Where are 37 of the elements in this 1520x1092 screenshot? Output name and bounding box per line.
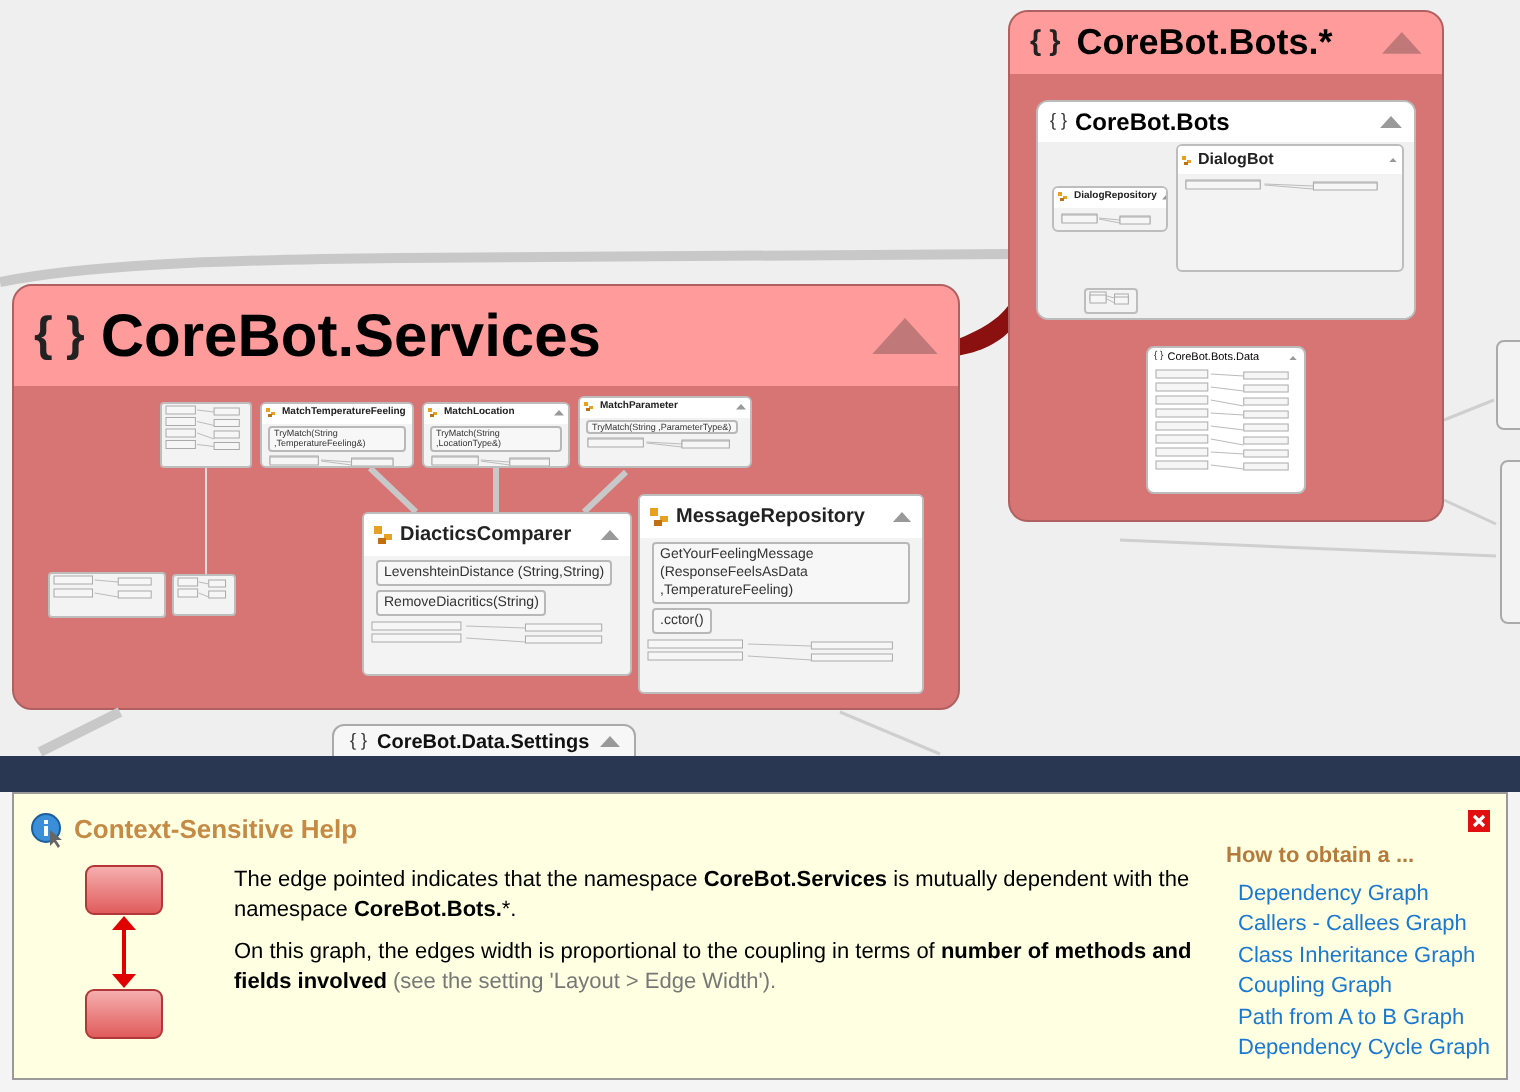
members-drawing xyxy=(1086,290,1132,308)
class-icon xyxy=(428,408,438,419)
class-icon xyxy=(266,408,276,419)
graph-link[interactable]: Dependency Cycle Graph xyxy=(1238,1034,1506,1065)
graph-link[interactable]: Dependency Graph xyxy=(1238,879,1506,910)
dependency-edge xyxy=(1442,398,1496,422)
graph-link[interactable]: Path from A to B Graph xyxy=(1238,1003,1506,1034)
class-icon xyxy=(374,525,394,545)
how-to-title: How to obtain a ... xyxy=(1226,842,1417,872)
namespace-icon: { } xyxy=(350,728,368,756)
namespace-title: CoreBot.Data.Settings xyxy=(377,729,590,756)
class-title: MessageRepository xyxy=(676,504,867,532)
dependency-edge xyxy=(1442,498,1498,526)
help-icon xyxy=(30,811,66,848)
help-text: On this graph, the edges width is proportional to the coupling in terms of number of methods and fields involved (see the setting 'Layout > Edge Width'). xyxy=(234,937,1194,997)
namespace-title: CoreBot.Bots xyxy=(1075,106,1232,140)
mutual-dependency-icon xyxy=(82,861,166,1045)
namespace-title: CoreBot.Bots.* xyxy=(1076,20,1335,66)
class-icon xyxy=(1182,155,1192,165)
class-title: DiacticsComparer xyxy=(400,522,574,550)
dependency-edge xyxy=(204,466,208,576)
dependency-edge xyxy=(838,710,942,756)
namespace-icon: { } xyxy=(1050,108,1068,136)
dependency-edge xyxy=(34,706,126,756)
help-title: Context-Sensitive Help xyxy=(74,812,358,848)
graph-link[interactable]: Coupling Graph xyxy=(1238,972,1506,1003)
namespace-icon: { } xyxy=(1030,21,1061,65)
graph-link[interactable]: Class Inheritance Graph xyxy=(1238,941,1506,972)
help-text: The edge pointed indicates that the namespace CoreBot.Services is mutually dependent with the namespace CoreBot.Bots.*. xyxy=(234,865,1192,925)
class-icon xyxy=(650,507,670,527)
class-icon xyxy=(1058,192,1068,203)
namespace-icon: { } xyxy=(34,300,85,372)
class-title: DialogBot xyxy=(1198,148,1276,172)
class-icon xyxy=(584,402,594,413)
close-icon[interactable] xyxy=(1468,810,1490,832)
graph-link[interactable]: Callers - Callees Graph xyxy=(1238,910,1506,941)
namespace-title: CoreBot.Services xyxy=(100,301,603,373)
